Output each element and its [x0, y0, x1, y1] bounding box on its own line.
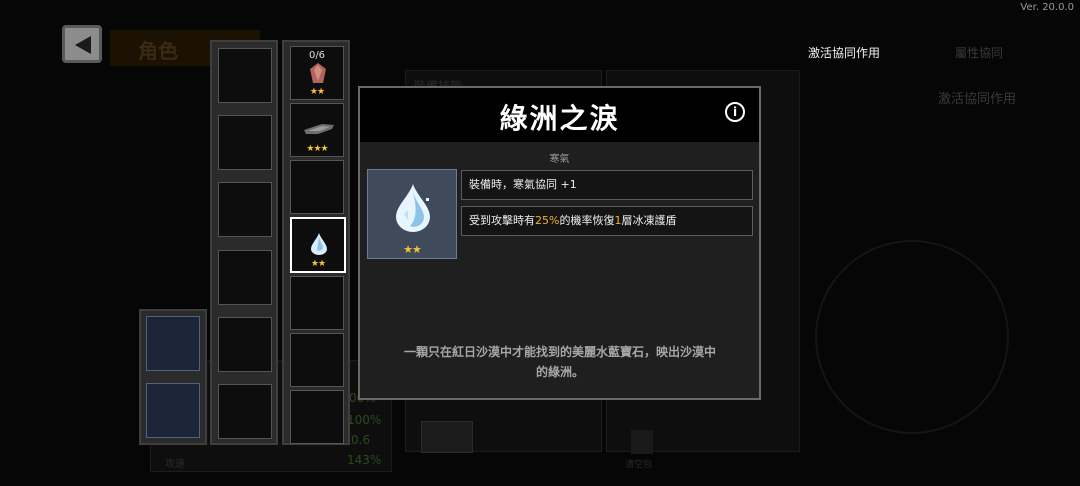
item-preview: ★★: [367, 169, 457, 259]
water-drop-icon: [396, 184, 430, 232]
gem-slot[interactable]: [290, 390, 344, 444]
water-drop-icon: [311, 233, 327, 255]
red-gem-icon: [310, 63, 326, 83]
inventory-slot[interactable]: [218, 115, 272, 170]
trash-label: 清空包: [625, 460, 653, 470]
speed-label: 攻速: [165, 459, 185, 470]
back-button[interactable]: [62, 25, 102, 63]
lock-icon: [421, 421, 473, 453]
effect-line-1: 裝備時，寒氣協同 +1: [461, 170, 753, 200]
effect-text: 的機率恢復: [559, 214, 615, 227]
gem-stars: ★★★: [306, 144, 328, 154]
inventory-slot[interactable]: [218, 250, 272, 305]
gem-count: 0/6: [308, 50, 326, 61]
popup-header: 綠洲之淚 i: [360, 88, 759, 142]
item-description: 一顆只在紅日沙漠中才能找到的美麗水藍寶石，映出沙漠中 的綠洲。: [380, 342, 740, 382]
tab-activate-synergy[interactable]: 激活協同作用: [808, 44, 880, 61]
gem-slot[interactable]: 0/6 ★★: [290, 46, 344, 100]
companion-slot[interactable]: [146, 383, 200, 438]
description-line: 的綠洲。: [535, 365, 584, 379]
item-stars: ★★: [403, 243, 422, 256]
effect-chance: 25%: [535, 214, 560, 227]
gem-slot[interactable]: [290, 276, 344, 330]
inventory-slot[interactable]: [218, 182, 272, 237]
trash-icon: [631, 430, 653, 454]
description-line: 一顆只在紅日沙漠中才能找到的美麗水藍寶石，映出沙漠中: [403, 345, 716, 359]
effect-line-2: 受到攻擊時有25%的機率恢復1層冰凍護盾: [461, 206, 753, 236]
companion-slot[interactable]: [146, 316, 200, 371]
effect-text: 受到攻擊時有: [469, 214, 535, 227]
gem-slot[interactable]: [290, 333, 344, 387]
decorative-ring: [815, 240, 1009, 434]
back-arrow-icon: [75, 36, 91, 54]
item-title: 綠洲之淚: [499, 102, 620, 135]
gem-slot-selected[interactable]: ★★: [290, 217, 346, 273]
tab-attribute-synergy[interactable]: 屬性協同: [955, 44, 1003, 61]
gem-column: 0/6 ★★ ★★★ ★★: [282, 40, 350, 445]
companion-slot-column: [139, 309, 207, 445]
item-detail-popup: 綠洲之淚 i 寒氣 ★★ 裝備時，寒氣協同 +1 受到攻擊時有25%的機率恢復1…: [358, 86, 761, 400]
gem-stars: ★★: [309, 87, 325, 97]
item-category: 寒氣: [549, 154, 570, 165]
stat-value: 100%: [347, 413, 382, 427]
activate-synergy-subtitle: 激活協同作用: [938, 92, 1017, 107]
trash-button[interactable]: 清空包: [625, 430, 653, 470]
info-icon[interactable]: i: [725, 102, 745, 122]
inventory-column: [210, 40, 278, 445]
gem-stars: ★★: [310, 259, 326, 269]
inventory-slot[interactable]: [218, 384, 272, 439]
gem-slot[interactable]: [290, 160, 344, 214]
inventory-slot[interactable]: [218, 48, 272, 103]
inventory-slot[interactable]: [218, 317, 272, 372]
page-title: 角色: [138, 39, 178, 63]
stat-value: 0.6: [351, 433, 371, 447]
stat-value: 143%: [347, 453, 382, 467]
dagger-icon: [304, 124, 334, 134]
version-label: Ver. 20.0.0: [1020, 2, 1074, 13]
gem-slot[interactable]: ★★★: [290, 103, 344, 157]
effect-text: 層冰凍護盾: [621, 214, 677, 227]
